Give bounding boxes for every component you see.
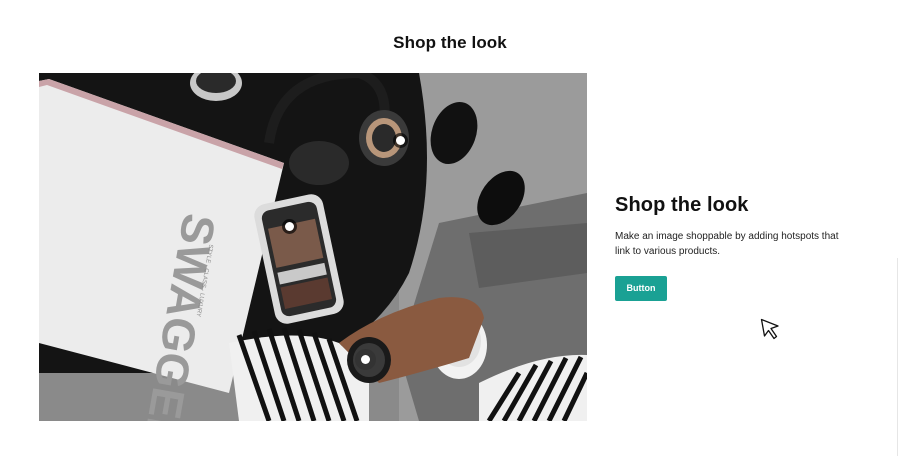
- panel-title: Shop the look: [615, 194, 749, 216]
- hotspot-phone[interactable]: [285, 222, 294, 231]
- content-panel: Shop the look Make an image shoppable by…: [615, 194, 855, 301]
- pointer-cursor-icon: [760, 318, 779, 340]
- cta-button[interactable]: Button: [615, 276, 667, 301]
- section-title: Shop the look: [393, 33, 507, 52]
- shoppable-image: SWAGGER STYLE · CLASS · LUXURY: [39, 73, 587, 421]
- divider: [897, 258, 898, 456]
- lifestyle-photo: SWAGGER STYLE · CLASS · LUXURY: [39, 73, 587, 421]
- hotspot-watch[interactable]: [361, 355, 370, 364]
- hotspot-headphones[interactable]: [396, 136, 405, 145]
- panel-description: Make an image shoppable by adding hotspo…: [615, 231, 839, 257]
